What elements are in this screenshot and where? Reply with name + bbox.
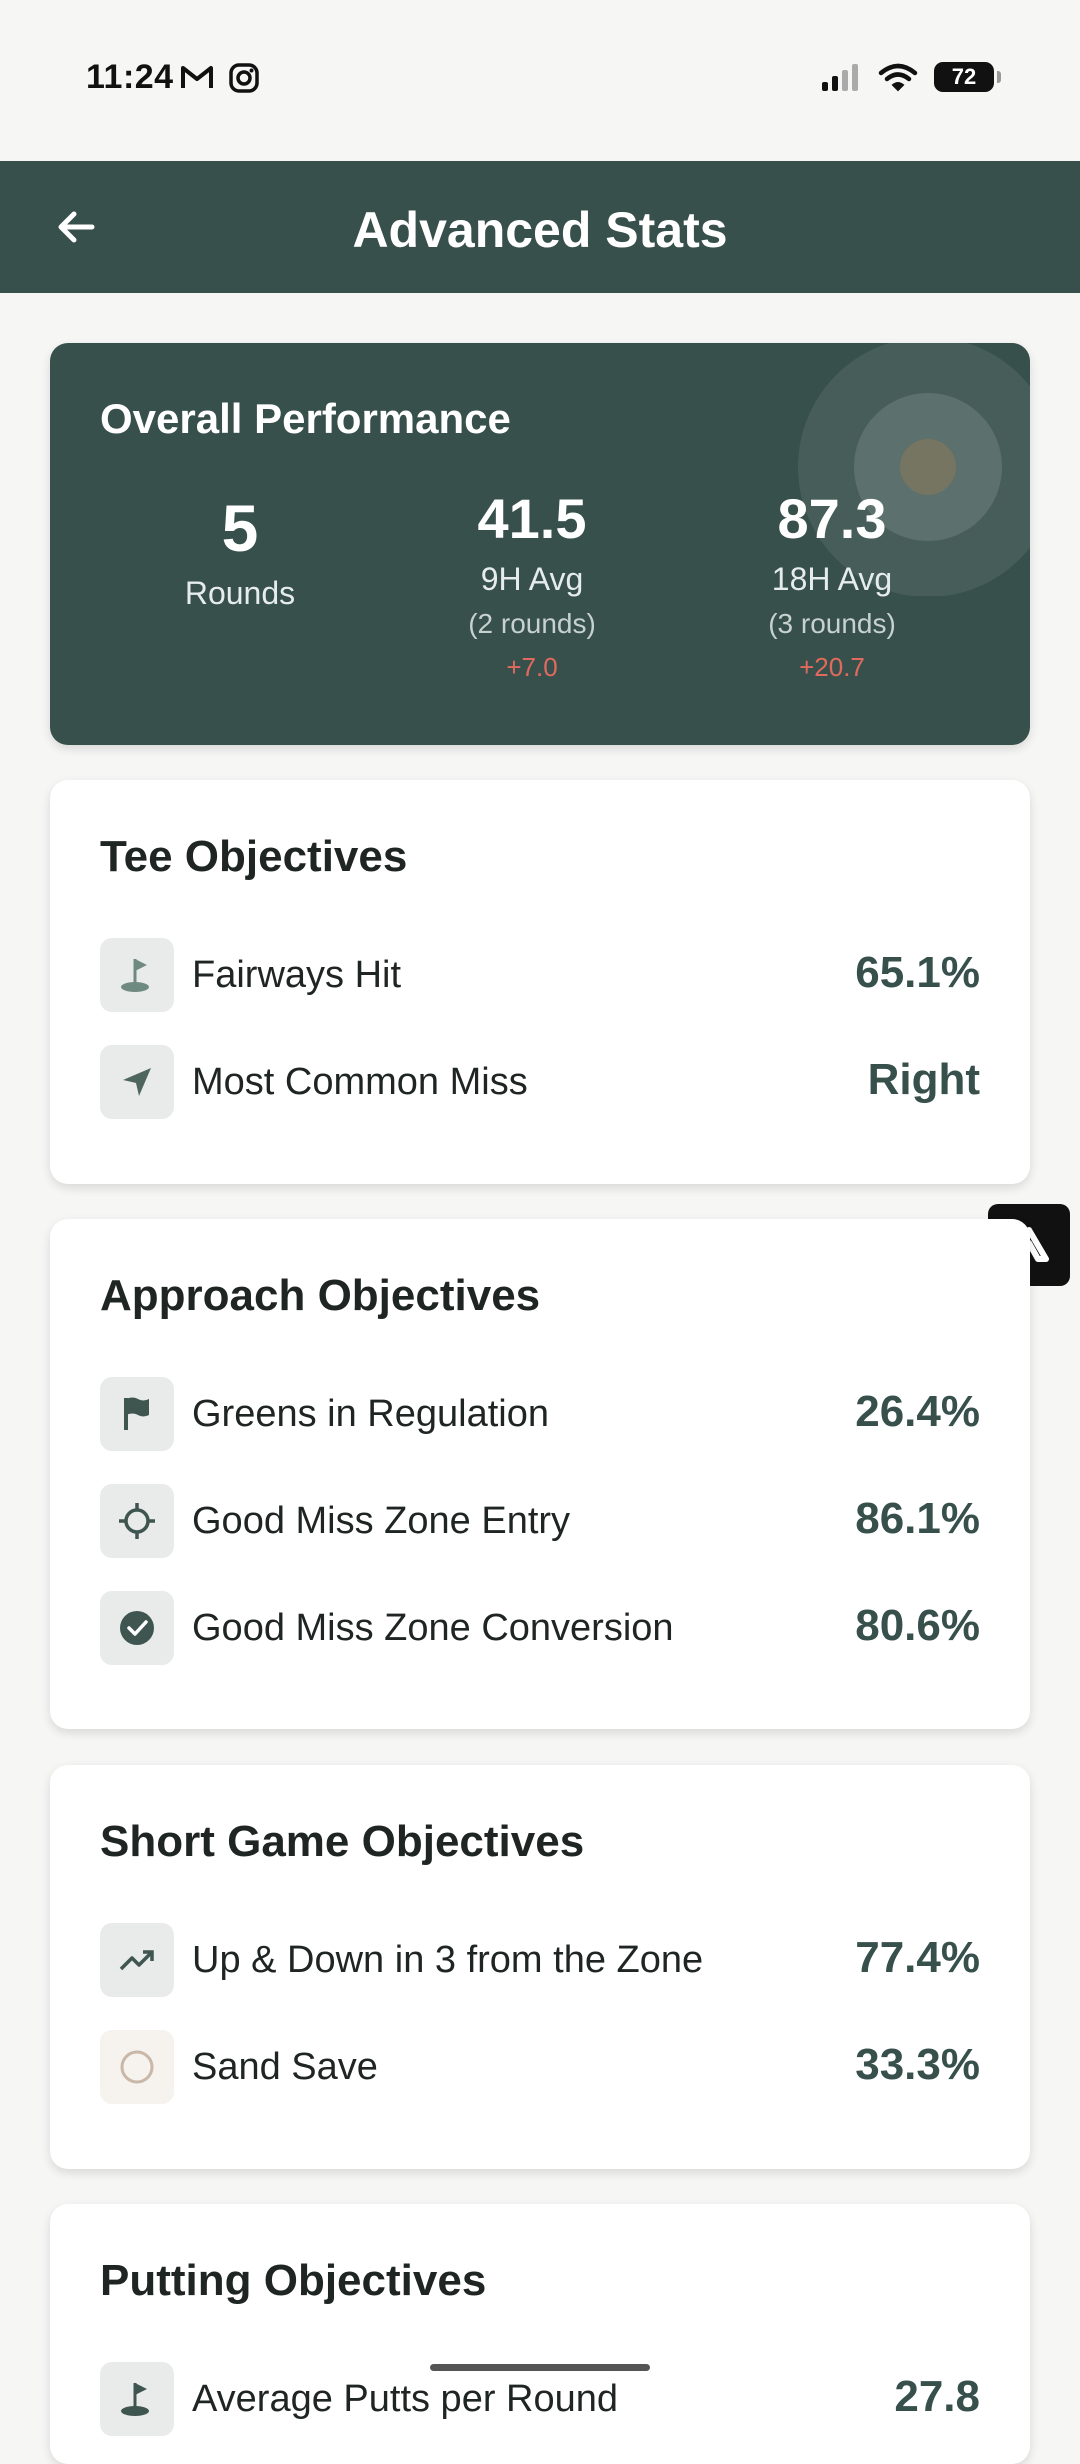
nine-hole-rounds: (2 rounds) [468,608,596,639]
stat-label: Fairways Hit [192,954,402,996]
battery-indicator: 72 [934,62,1001,92]
app-bar: Advanced Stats [0,161,1080,293]
stat-row-average-putts: Average Putts per Round 27.8 [100,2362,980,2438]
rounds-label: Rounds [184,575,296,611]
stat-value: 80.6% [855,1601,980,1650]
flag-icon [100,1377,174,1451]
section-title: Short Game Objectives [100,1817,585,1866]
nine-hole-delta: +7.0 [506,652,558,682]
gmail-icon [181,66,213,88]
trending-up-icon [100,1923,174,1997]
section-title: Putting Objectives [100,2256,487,2305]
stat-row-fairways-hit: Fairways Hit 65.1% [100,938,980,1014]
stat-row-up-and-down: Up & Down in 3 from the Zone 77.4% [100,1923,980,1999]
stat-row-sand-save: Sand Save 33.3% [100,2030,980,2106]
stat-value: 65.1% [855,948,980,997]
golf-flag-icon [100,938,174,1012]
rounds-value: 5 [221,491,259,565]
overall-title: Overall Performance [100,395,511,442]
section-title: Approach Objectives [100,1271,541,1320]
stat-label: Sand Save [192,2046,378,2088]
stat-row-most-common-miss: Most Common Miss Right [100,1045,980,1121]
stat-value: Right [867,1055,980,1104]
stat-value: 33.3% [855,2040,980,2089]
eighteen-hole-delta: +20.7 [799,652,865,682]
rounds-stat: 5 Rounds [90,495,390,612]
golf-flag-icon [100,2362,174,2436]
section-title: Tee Objectives [100,832,408,881]
status-time: 11:24 [86,58,174,96]
nine-hole-label: 9H Avg [480,561,584,597]
circle-outline-icon [100,2030,174,2104]
eighteen-hole-stat: 87.3 18H Avg (3 rounds) +20.7 [682,491,982,683]
stat-label: Up & Down in 3 from the Zone [192,1939,704,1981]
stat-row-good-miss-zone-entry: Good Miss Zone Entry 86.1% [100,1484,980,1560]
navigation-arrow-icon [100,1045,174,1119]
status-bar: 11:24 72 [0,0,1080,160]
overall-performance-card: Overall Performance 5 Rounds 41.5 9H Avg… [50,343,1030,745]
stat-label: Good Miss Zone Conversion [192,1607,674,1649]
nine-hole-stat: 41.5 9H Avg (2 rounds) +7.0 [382,491,682,683]
short-game-objectives-card: Short Game Objectives Up & Down in 3 fro… [50,1765,1030,2169]
stat-label: Greens in Regulation [192,1393,549,1435]
home-indicator[interactable] [430,2364,650,2371]
page-title: Advanced Stats [352,202,728,258]
eighteen-hole-label: 18H Avg [771,561,893,597]
eighteen-hole-rounds: (3 rounds) [768,608,896,639]
check-circle-icon [100,1591,174,1665]
putting-objectives-card: Putting Objectives Average Putts per Rou… [50,2204,1030,2464]
stat-value: 77.4% [855,1933,980,1982]
stat-label: Average Putts per Round [192,2378,619,2420]
stat-value: 27.8 [894,2372,980,2421]
nine-hole-avg: 41.5 [477,487,587,550]
signal-icon [822,64,858,91]
stat-row-greens-in-regulation: Greens in Regulation 26.4% [100,1377,980,1453]
stat-label: Good Miss Zone Entry [192,1500,571,1542]
stat-row-good-miss-zone-conversion: Good Miss Zone Conversion 80.6% [100,1591,980,1667]
stat-value: 86.1% [855,1494,980,1543]
eighteen-hole-avg: 87.3 [777,487,887,550]
crosshair-icon [100,1484,174,1558]
stat-label: Most Common Miss [192,1061,528,1103]
instagram-icon [229,63,259,93]
stat-value: 26.4% [855,1387,980,1436]
approach-objectives-card: Approach Objectives Greens in Regulation… [50,1219,1030,1729]
tee-objectives-card: Tee Objectives Fairways Hit 65.1% Most C… [50,780,1030,1184]
wifi-icon [878,63,918,92]
